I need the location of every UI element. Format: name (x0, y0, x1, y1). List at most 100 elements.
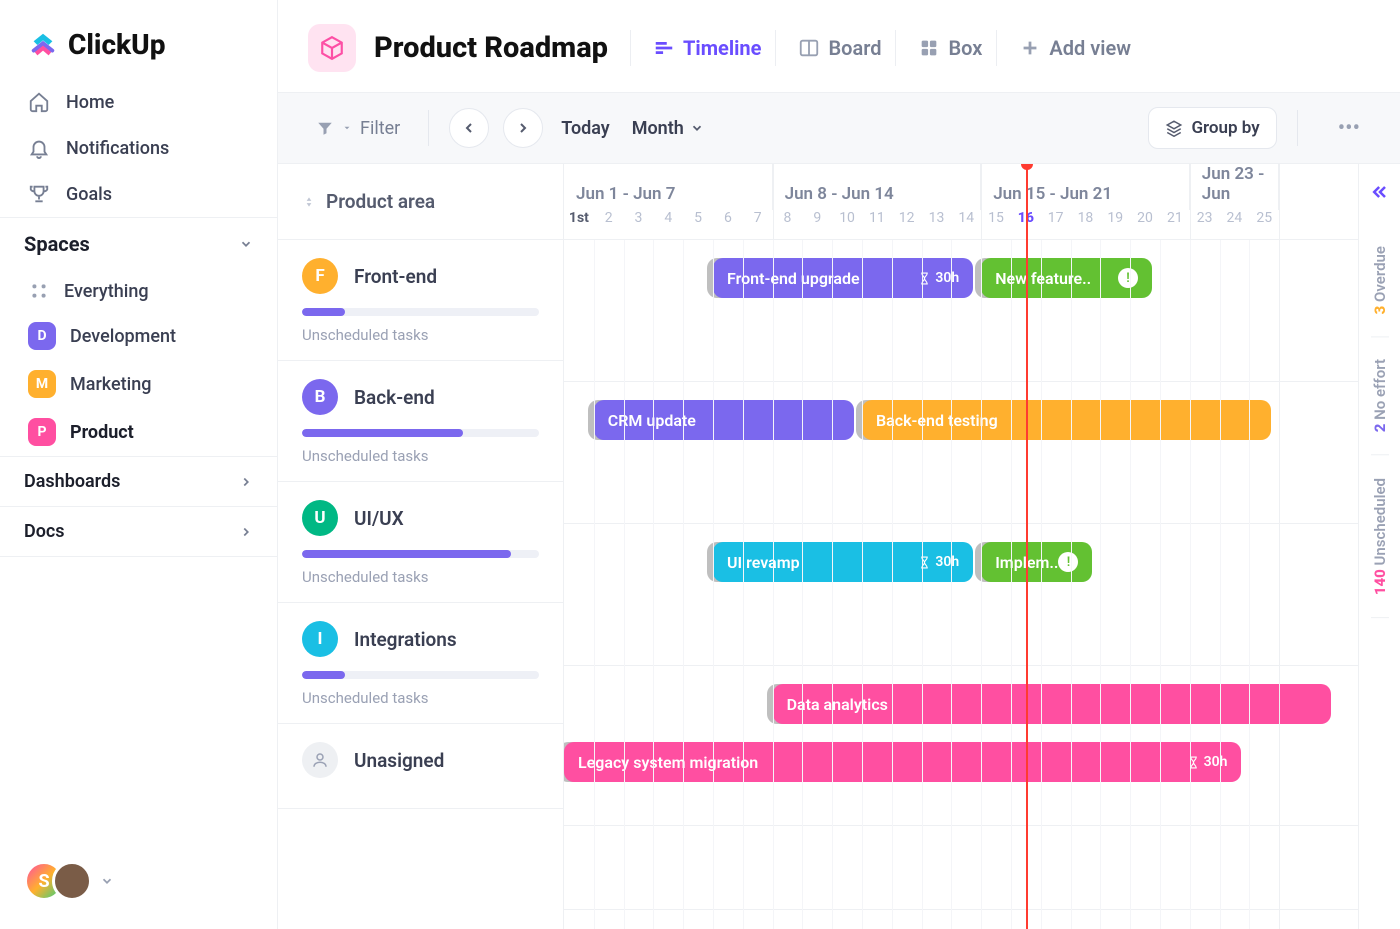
alert-icon: ! (1118, 268, 1138, 288)
view-tab-label: Box (948, 36, 982, 60)
separator (428, 110, 429, 146)
day-header: 8 (773, 210, 803, 239)
group-ui-ux[interactable]: UUI/UX Unscheduled tasks (278, 482, 563, 603)
space-label: Product (70, 422, 134, 443)
task-label: Legacy system migration (578, 753, 758, 772)
day-header: 18 (1071, 210, 1101, 239)
day-header: 19 (1100, 210, 1130, 239)
week-header: Jun 23 - Jun (1190, 164, 1279, 210)
today-button[interactable]: Today (557, 118, 614, 139)
rail-label: Overdue (1371, 246, 1389, 302)
nav-notifications-label: Notifications (66, 138, 169, 159)
progress-bar (302, 550, 539, 558)
collapse-rail-button[interactable] (1370, 174, 1390, 224)
next-button[interactable] (503, 108, 543, 148)
hourglass-icon: 30h (918, 554, 959, 570)
sidebar-item-marketing[interactable]: MMarketing (0, 360, 277, 408)
task-label: Front-end upgrade (727, 269, 860, 288)
spaces-header[interactable]: Spaces (0, 217, 277, 270)
brand-name: ClickUp (68, 28, 165, 61)
main-area: Product Roadmap TimelineBoardBoxAdd view… (278, 0, 1400, 929)
group-back-end[interactable]: BBack-end Unscheduled tasks (278, 361, 563, 482)
progress-bar (302, 308, 539, 316)
group-name: UI/UX (354, 507, 404, 530)
sidebar-item-product[interactable]: P Product (0, 408, 277, 456)
dashboards-header[interactable]: Dashboards (0, 456, 277, 506)
range-select[interactable]: Month (628, 118, 708, 139)
timeline-icon (653, 37, 675, 59)
day-header: 20 (1130, 210, 1160, 239)
day-header: 14 (951, 210, 981, 239)
chevron-left-icon (461, 120, 477, 136)
view-tab-box[interactable]: Box (895, 30, 992, 66)
task-bar[interactable]: Front-end upgrade30h (713, 258, 973, 298)
clickup-logo-icon (28, 30, 58, 60)
toolbar: Filter Today Month Group by ••• (278, 92, 1400, 164)
group-front-end[interactable]: FFront-end Unscheduled tasks (278, 240, 563, 361)
group-avatar: B (302, 379, 338, 415)
task-bar[interactable]: Data analytics (773, 684, 1331, 724)
sidebar-item-development[interactable]: DDevelopment (0, 312, 277, 360)
labels-column-title: Product area (326, 190, 435, 213)
chevrons-left-icon (1370, 182, 1390, 202)
task-bar[interactable]: New feature..! (981, 258, 1152, 298)
day-header: 7 (743, 210, 773, 239)
nav-notifications[interactable]: Notifications (0, 125, 277, 171)
rail-overdue[interactable]: 3 Overdue (1371, 224, 1389, 337)
day-header: 25 (1249, 210, 1279, 239)
week-header: Jun 1 - Jun 7 (564, 164, 773, 210)
sidebar-item-everything[interactable]: Everything (0, 270, 277, 312)
group-by-label: Group by (1191, 118, 1259, 138)
space-badge[interactable] (308, 24, 356, 72)
group-by-button[interactable]: Group by (1148, 107, 1276, 149)
view-tab-board[interactable]: Board (775, 30, 891, 66)
unscheduled-label: Unscheduled tasks (302, 689, 539, 707)
avatar-photo (52, 861, 92, 901)
group-integrations[interactable]: I Integrations Unscheduled tasks (278, 603, 563, 724)
day-header: 13 (922, 210, 952, 239)
nav-goals[interactable]: Goals (0, 171, 277, 217)
rail-unscheduled[interactable]: 140 Unscheduled (1371, 456, 1389, 618)
space-letter-badge: P (28, 418, 56, 446)
everything-label: Everything (64, 281, 149, 302)
group-avatar: I (302, 621, 338, 657)
nav-home[interactable]: Home (0, 79, 277, 125)
docs-header[interactable]: Docs (0, 506, 277, 557)
nav-home-label: Home (66, 92, 114, 113)
task-bar[interactable]: UI revamp30h (713, 542, 973, 582)
bell-icon (28, 137, 50, 159)
day-header: 23 (1190, 210, 1220, 239)
range-label: Month (632, 118, 684, 139)
user-avatar-area[interactable]: S (0, 861, 277, 929)
group-name: Unasigned (354, 749, 444, 772)
group-name: Back-end (354, 386, 435, 409)
day-header: 15 (981, 210, 1011, 239)
add-view-button[interactable]: Add view (996, 30, 1141, 66)
prev-button[interactable] (449, 108, 489, 148)
sort-icon (302, 195, 316, 209)
rail-count: 2 (1371, 424, 1389, 433)
unscheduled-label: Unscheduled tasks (302, 326, 539, 344)
rail-no-effort[interactable]: 2 No effort (1371, 337, 1389, 455)
task-bar[interactable]: Legacy system migration30h (564, 742, 1241, 782)
group-unasigned[interactable]: Unasigned (278, 724, 563, 809)
layers-icon (1165, 119, 1183, 137)
task-bar[interactable]: CRM update (594, 400, 854, 440)
task-bar[interactable]: Back-end testing (862, 400, 1271, 440)
view-tab-label: Timeline (683, 36, 761, 60)
brand-logo[interactable]: ClickUp (0, 0, 277, 79)
task-bar[interactable]: Implem..! (981, 542, 1092, 582)
view-tab-timeline[interactable]: Timeline (630, 30, 771, 66)
day-header: 1st (564, 210, 594, 239)
timeline[interactable]: Jun 1 - Jun 7Jun 8 - Jun 14Jun 15 - Jun … (564, 164, 1358, 929)
progress-bar (302, 671, 539, 679)
labels-column-header[interactable]: Product area (278, 164, 563, 240)
group-name: Integrations (354, 628, 457, 651)
more-button[interactable]: ••• (1328, 110, 1370, 147)
day-header: 6 (713, 210, 743, 239)
filter-button[interactable]: Filter (308, 112, 408, 145)
day-header: 5 (683, 210, 713, 239)
task-label: Back-end testing (876, 411, 998, 430)
rail-count: 140 (1371, 569, 1389, 595)
filter-label: Filter (360, 118, 400, 139)
